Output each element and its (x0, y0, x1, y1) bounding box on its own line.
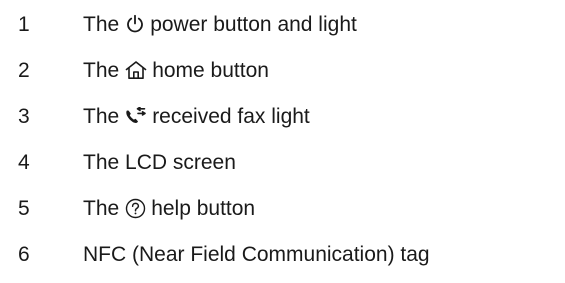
item-number: 6 (18, 242, 30, 266)
item-description: The power button and light (83, 14, 357, 35)
legend-item: 6 NFC (Near Field Communication) tag (0, 234, 565, 274)
item-description: The LCD screen (83, 152, 236, 173)
item-prefix: The (83, 196, 120, 220)
item-text: NFC (Near Field Communication) tag (83, 242, 430, 266)
item-description: The received fax light (83, 106, 310, 127)
legend-item: 4 The LCD screen (0, 142, 565, 182)
item-text: The LCD screen (83, 150, 236, 174)
item-prefix: The (83, 58, 120, 82)
item-suffix: help button (151, 196, 256, 220)
received-fax-icon (125, 107, 147, 125)
item-prefix: The (83, 12, 120, 36)
power-icon (125, 14, 145, 34)
item-suffix: home button (152, 58, 269, 82)
legend-item: 5 The help button (0, 188, 565, 228)
help-icon (125, 198, 146, 219)
item-number: 1 (18, 12, 30, 36)
control-panel-legend: 1 The power button and light 2 The home … (0, 0, 565, 283)
item-prefix: The (83, 104, 120, 128)
item-description: The home button (83, 60, 269, 81)
legend-item: 2 The home button (0, 50, 565, 90)
item-suffix: power button and light (150, 12, 357, 36)
home-icon (125, 60, 147, 80)
legend-item: 1 The power button and light (0, 4, 565, 44)
item-description: The help button (83, 198, 255, 219)
item-number: 3 (18, 104, 30, 128)
item-number: 2 (18, 58, 30, 82)
item-number: 5 (18, 196, 30, 220)
item-suffix: received fax light (152, 104, 310, 128)
legend-item: 3 The received fax light (0, 96, 565, 136)
item-number: 4 (18, 150, 30, 174)
item-description: NFC (Near Field Communication) tag (83, 244, 430, 265)
